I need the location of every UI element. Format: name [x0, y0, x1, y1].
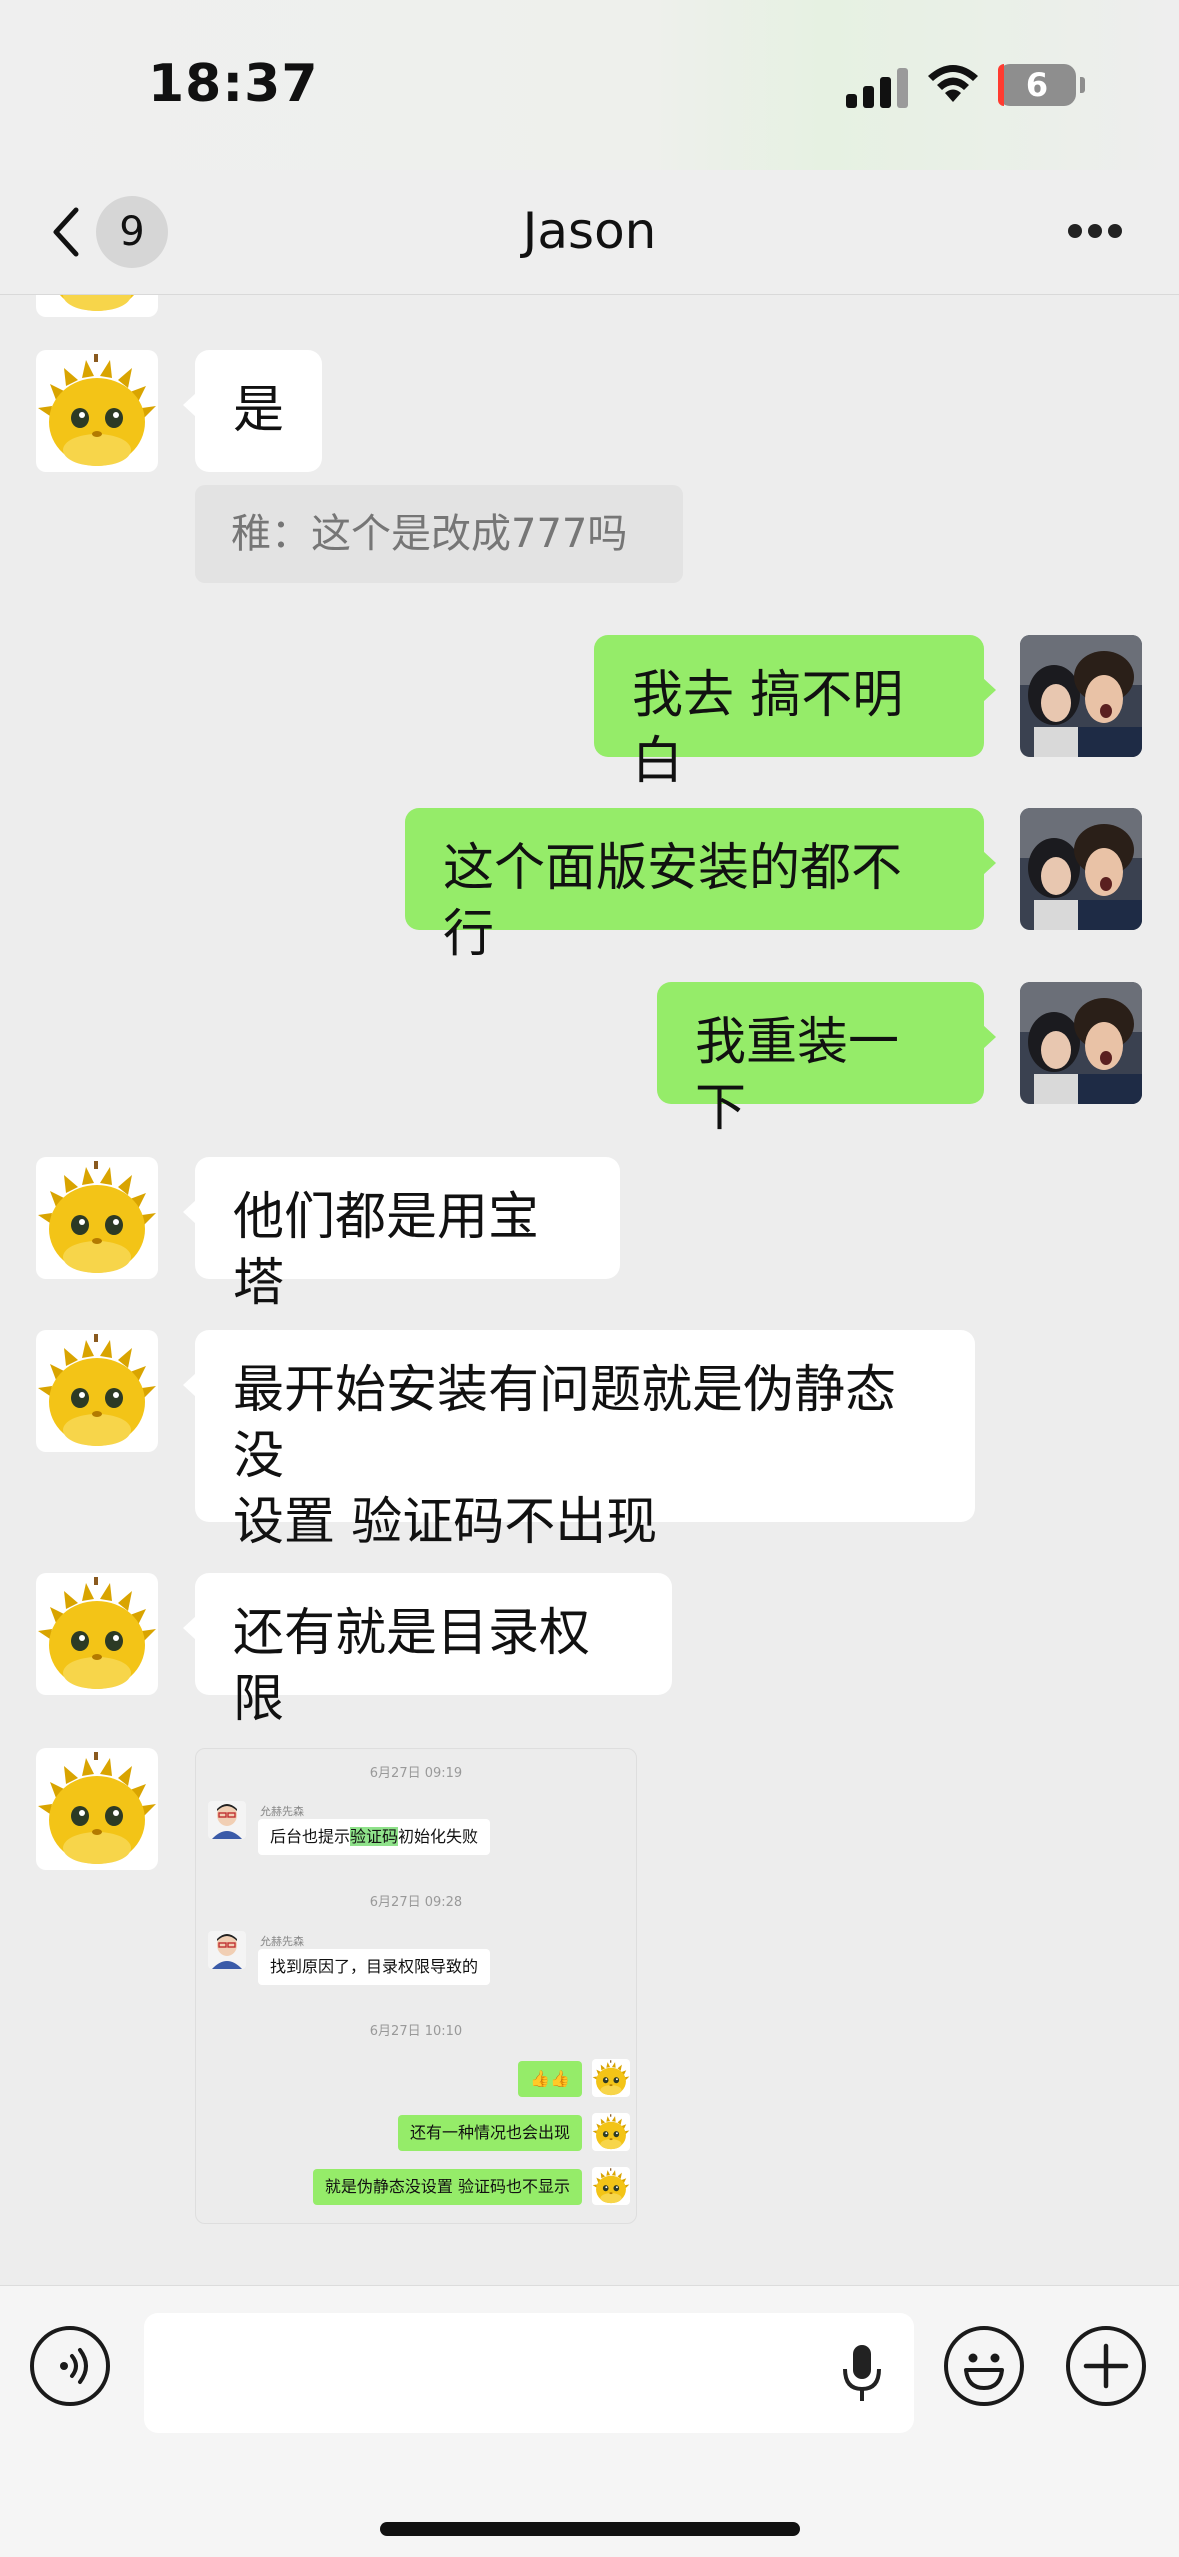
shot-avatar	[592, 2113, 630, 2151]
contact-avatar[interactable]	[36, 295, 158, 317]
shot-highlight: 验证码	[350, 1827, 399, 1846]
more-icon[interactable]	[1060, 220, 1130, 244]
microphone-icon[interactable]	[840, 2343, 884, 2403]
shot-text: 后台也提示	[270, 1827, 351, 1846]
shot-bubble: 后台也提示验证码初始化失败	[258, 1819, 491, 1855]
contact-avatar[interactable]	[36, 1330, 158, 1452]
chat-title: Jason	[522, 202, 657, 260]
shot-bubble: 找到原因了，目录权限导致的	[258, 1949, 491, 1985]
shot-avatar	[592, 2167, 630, 2205]
message-bubble-received[interactable]: 还有就是目录权限	[183, 1573, 672, 1729]
my-avatar[interactable]	[1020, 982, 1142, 1104]
status-bar: 18:37 6	[0, 0, 1179, 170]
message-text-line: 设置 验证码不出现	[233, 1493, 658, 1552]
shot-sender-name: 允赫先森	[260, 1805, 304, 1818]
contact-avatar[interactable]	[36, 1573, 158, 1695]
my-avatar[interactable]	[1020, 635, 1142, 757]
voice-wave-icon	[60, 2348, 88, 2384]
message-input[interactable]	[144, 2313, 914, 2433]
message-bubble-sent[interactable]: 这个面版安装的都不行	[405, 808, 996, 964]
contact-avatar[interactable]	[36, 1157, 158, 1279]
shot-timestamp: 6月27日 09:28	[369, 1895, 463, 1910]
shot-avatar	[208, 1801, 246, 1839]
message-list[interactable]: 是 稚：这个是改成777吗 我去 搞不明白 这个面版安装的都不行 我重装一下 他…	[0, 295, 1179, 2285]
contact-avatar[interactable]	[36, 350, 158, 472]
message-text-line: 最开始安装有问题就是伪静态没	[233, 1361, 897, 1486]
home-indicator[interactable]	[380, 2522, 800, 2536]
add-icon	[1083, 2343, 1129, 2389]
shot-avatar	[592, 2059, 630, 2097]
shot-timestamp: 6月27日 10:10	[369, 2024, 463, 2039]
contact-avatar[interactable]	[36, 1748, 158, 1870]
shot-bubble-sent: 👍👍	[518, 2061, 582, 2097]
voice-icon[interactable]	[30, 2326, 110, 2406]
image-message[interactable]: 6月27日 09:19 允赫先森 后台也提示验证码初始化失败 6月27日 09:…	[195, 1748, 637, 2224]
shot-bubble-sent: 还有一种情况也会出现	[397, 2115, 582, 2151]
message-bubble-received[interactable]: 最开始安装有问题就是伪静态没 设置 验证码不出现	[183, 1330, 975, 1552]
input-bar	[0, 2285, 1179, 2557]
emoji-icon[interactable]	[944, 2326, 1024, 2406]
shot-timestamp: 6月27日 09:19	[369, 1766, 463, 1781]
shot-bubble-sent: 就是伪静态没设置 验证码也不显示	[312, 2169, 582, 2205]
my-avatar[interactable]	[1020, 808, 1142, 930]
shot-sender-name: 允赫先森	[260, 1935, 304, 1948]
message-bubble-received[interactable]: 是	[182, 350, 323, 472]
shot-text: 初始化失败	[398, 1827, 479, 1846]
message-bubble-sent[interactable]: 我去 搞不明白	[594, 635, 996, 791]
chat-header: 9 Jason	[0, 170, 1179, 295]
plus-icon[interactable]	[1066, 2326, 1146, 2406]
quoted-message[interactable]: 稚：这个是改成777吗	[195, 485, 683, 583]
message-bubble-sent[interactable]: 我重装一下	[657, 982, 996, 1138]
cellular-signal-icon	[846, 66, 912, 108]
message-bubble-received[interactable]: 他们都是用宝塔	[183, 1157, 620, 1313]
battery-indicator: 6	[998, 64, 1085, 106]
shot-avatar	[208, 1931, 246, 1969]
status-time: 18:37	[148, 54, 319, 114]
smiley-face-icon	[964, 2353, 1004, 2390]
wifi-icon	[928, 65, 978, 102]
